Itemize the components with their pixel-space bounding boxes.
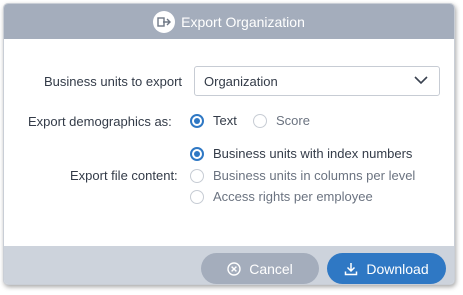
file-content-columns-label: Business units in columns per level bbox=[213, 168, 416, 183]
chevron-down-icon bbox=[414, 76, 428, 85]
download-icon bbox=[344, 262, 358, 276]
cancel-button[interactable]: Cancel bbox=[201, 253, 319, 284]
dialog-footer: Cancel Download bbox=[4, 246, 454, 284]
cancel-circle-icon bbox=[227, 261, 241, 276]
radio-unselected-icon bbox=[190, 168, 204, 183]
radio-selected-icon bbox=[190, 113, 204, 128]
business-units-value: Organization bbox=[204, 73, 278, 89]
export-icon bbox=[153, 10, 176, 33]
dialog-content: Business units to export Organization Ex… bbox=[4, 39, 454, 246]
file-content-index-label: Business units with index numbers bbox=[213, 146, 413, 161]
radio-unselected-icon bbox=[253, 113, 267, 128]
business-units-label: Business units to export bbox=[44, 74, 183, 89]
demographics-text-label: Text bbox=[213, 113, 237, 128]
business-units-select[interactable]: Organization bbox=[194, 66, 440, 96]
radio-selected-icon bbox=[190, 146, 204, 161]
demographics-score-radio[interactable]: Score bbox=[253, 113, 310, 128]
download-label: Download bbox=[366, 260, 429, 277]
file-content-access-label: Access rights per employee bbox=[213, 189, 373, 204]
dialog-title: Export Organization bbox=[181, 13, 305, 30]
file-content-index-radio[interactable]: Business units with index numbers bbox=[190, 146, 412, 161]
demographics-score-label: Score bbox=[276, 113, 310, 128]
cancel-label: Cancel bbox=[249, 260, 293, 277]
demographics-label: Export demographics as: bbox=[28, 114, 172, 129]
download-button[interactable]: Download bbox=[327, 253, 446, 284]
demographics-text-radio[interactable]: Text bbox=[190, 113, 237, 128]
file-content-columns-radio[interactable]: Business units in columns per level bbox=[190, 168, 415, 183]
dialog-titlebar: Export Organization bbox=[4, 4, 454, 39]
export-organization-dialog: Export Organization Business units to ex… bbox=[3, 3, 455, 285]
radio-unselected-icon bbox=[190, 189, 204, 204]
file-content-label: Export file content: bbox=[70, 168, 178, 183]
file-content-access-radio[interactable]: Access rights per employee bbox=[190, 189, 373, 204]
